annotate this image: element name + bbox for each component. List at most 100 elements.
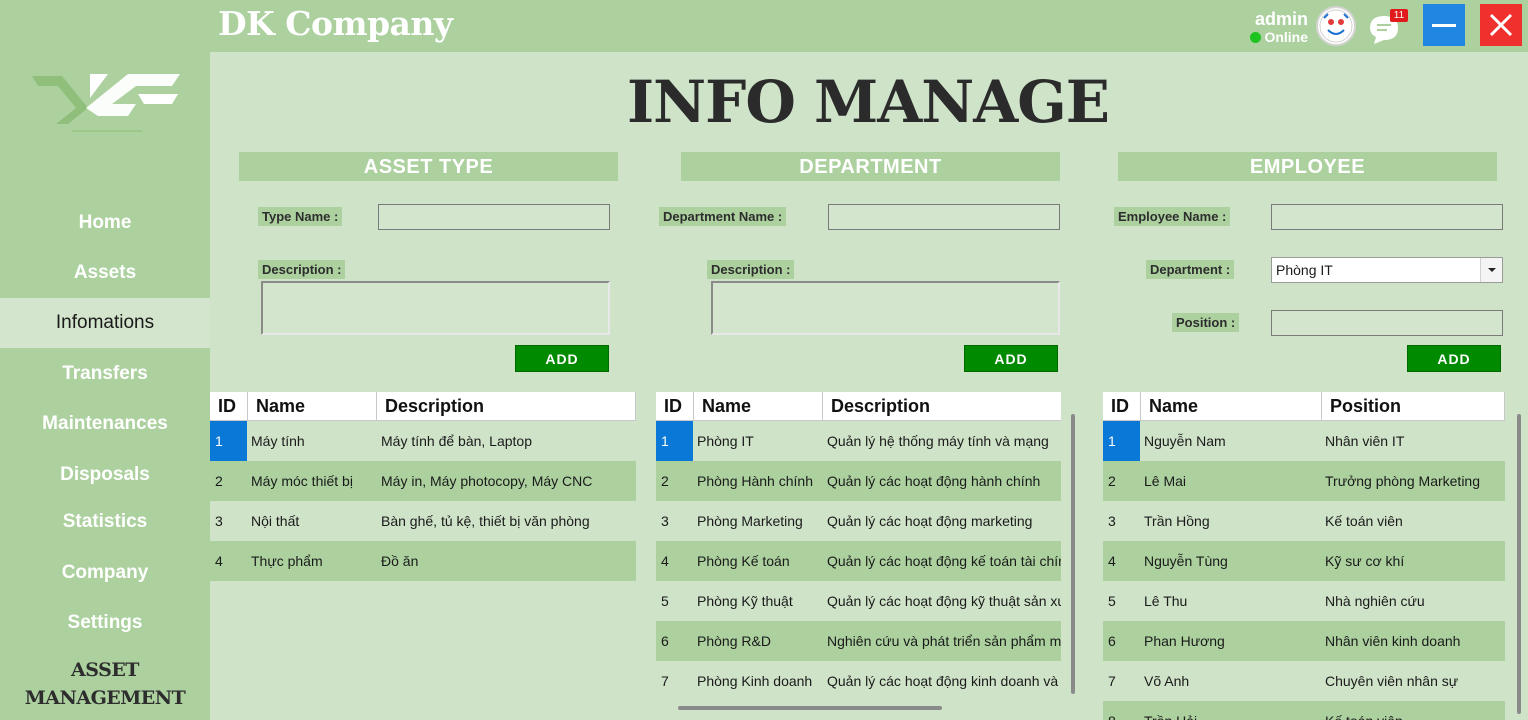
row-name: Phòng Hành chính — [697, 473, 813, 489]
asset-description-label: Description : — [258, 260, 346, 279]
table-header: ID Name Description — [210, 392, 636, 421]
brand-line-2: MANAGEMENT — [24, 687, 186, 709]
minimize-button[interactable] — [1423, 4, 1465, 46]
close-button[interactable] — [1480, 4, 1522, 46]
row-id: 3 — [661, 513, 669, 529]
table-row[interactable]: 2 Phòng Hành chính Quản lý các hoạt động… — [656, 461, 1061, 501]
table-row[interactable]: 4 Phòng Kế toán Quản lý các hoạt động kế… — [656, 541, 1061, 581]
notification-badge: 11 — [1390, 9, 1408, 22]
user-name: admin — [1254, 9, 1308, 29]
column-header-position[interactable]: Position — [1322, 392, 1505, 421]
row-name: Nguyễn Nam — [1144, 433, 1226, 449]
user-info: admin Online — [1242, 9, 1308, 45]
sidebar-item-settings[interactable]: Settings — [0, 598, 210, 648]
row-id: 6 — [1108, 633, 1116, 649]
sidebar-item-transfers[interactable]: Transfers — [0, 349, 210, 399]
table-row[interactable]: 4 Thực phẩm Đồ ăn — [210, 541, 636, 581]
table-row[interactable]: 1 Phòng IT Quản lý hệ thống máy tính và … — [656, 421, 1061, 461]
type-name-input[interactable] — [378, 204, 610, 230]
sidebar-item-company[interactable]: Company — [0, 548, 210, 598]
row-id: 3 — [1108, 513, 1116, 529]
table-row[interactable]: 4 Nguyễn Tùng Kỹ sư cơ khí — [1103, 541, 1505, 581]
row-id: 7 — [661, 673, 669, 689]
employee-department-select[interactable]: Phòng IT — [1271, 257, 1503, 283]
row-name: Võ Anh — [1144, 673, 1190, 689]
row-id: 2 — [215, 473, 223, 489]
employee-position-label: Position : — [1172, 313, 1240, 332]
close-icon — [1489, 13, 1513, 37]
row-position: Kế toán viên — [1321, 701, 1505, 720]
row-name: Nội thất — [251, 513, 300, 529]
table-row[interactable]: 1 Máy tính Máy tính để bàn, Laptop — [210, 421, 636, 461]
row-id: 1 — [656, 421, 693, 461]
row-name: Phòng Kinh doanh — [697, 673, 813, 689]
sidebar-item-infomations[interactable]: Infomations — [0, 298, 210, 348]
row-description: Máy in, Máy photocopy, Máy CNC — [381, 473, 593, 489]
sidebar-item-maintenances[interactable]: Maintenances — [0, 399, 210, 449]
table-row[interactable]: 3 Trần Hồng Kế toán viên — [1103, 501, 1505, 541]
sidebar-item-disposals[interactable]: Disposals — [0, 450, 210, 500]
row-description: Đồ ăn — [381, 553, 419, 569]
row-id: 4 — [215, 553, 223, 569]
row-id: 4 — [1108, 553, 1116, 569]
table-row[interactable]: 7 Phòng Kinh doanh Quản lý các hoạt động… — [656, 661, 1061, 700]
row-position: Kế toán viên — [1325, 513, 1403, 529]
user-status: Online — [1242, 29, 1308, 45]
row-position: Nhân viên IT — [1325, 433, 1405, 449]
row-name: Phòng Kỹ thuật — [697, 593, 793, 609]
table-row[interactable]: 7 Võ Anh Chuyên viên nhân sự — [1103, 661, 1505, 701]
company-name: DK Company — [218, 4, 453, 43]
chevron-down-icon[interactable] — [1480, 258, 1502, 282]
department-description-input[interactable] — [711, 281, 1060, 335]
sidebar-item-home[interactable]: Home — [0, 198, 210, 248]
add-employee-button[interactable]: ADD — [1407, 345, 1501, 372]
row-name: Lê Mai — [1144, 473, 1187, 489]
table-row[interactable]: 8 Trần Hải Kế toán viên — [1103, 701, 1505, 720]
employee-department-label: Department : — [1146, 260, 1235, 279]
add-department-button[interactable]: ADD — [964, 345, 1058, 372]
table-row[interactable]: 5 Phòng Kỹ thuật Quản lý các hoạt động k… — [656, 581, 1061, 621]
sidebar-item-assets[interactable]: Assets — [0, 248, 210, 298]
app-brand: ASSET MANAGEMENT — [0, 656, 210, 712]
employee-name-label: Employee Name : — [1114, 207, 1231, 226]
table-row[interactable]: 2 Lê Mai Trưởng phòng Marketing — [1103, 461, 1505, 501]
employee-position-input[interactable] — [1271, 310, 1503, 336]
column-header-name[interactable]: Name — [694, 392, 823, 421]
table-row[interactable]: 6 Phòng R&D Nghiên cứu và phát triển sản… — [656, 621, 1061, 661]
column-header-id[interactable]: ID — [1103, 392, 1141, 421]
column-header-description[interactable]: Description — [823, 392, 1061, 421]
row-id: 5 — [1108, 593, 1116, 609]
department-vertical-scrollbar[interactable] — [1071, 414, 1075, 694]
table-row[interactable]: 3 Nội thất Bàn ghế, tủ kệ, thiết bị văn … — [210, 501, 636, 541]
employee-name-input[interactable] — [1271, 204, 1503, 230]
avatar-face-icon — [1319, 9, 1353, 43]
column-header-name[interactable]: Name — [248, 392, 377, 421]
company-logo — [28, 64, 184, 138]
employee-vertical-scrollbar[interactable] — [1517, 414, 1521, 714]
row-name: Thực phẩm — [251, 553, 323, 569]
avatar[interactable] — [1316, 6, 1356, 46]
department-horizontal-scrollbar[interactable] — [678, 706, 942, 710]
table-row[interactable]: 3 Phòng Marketing Quản lý các hoạt động … — [656, 501, 1061, 541]
row-id: 2 — [1108, 473, 1116, 489]
table-row[interactable]: 2 Máy móc thiết bị Máy in, Máy photocopy… — [210, 461, 636, 501]
asset-type-header: ASSET TYPE — [239, 152, 618, 181]
column-header-id[interactable]: ID — [210, 392, 248, 421]
column-header-description[interactable]: Description — [377, 392, 636, 421]
add-asset-type-button[interactable]: ADD — [515, 345, 609, 372]
department-name-input[interactable] — [828, 204, 1060, 230]
title-bar: DK Company admin Online 11 — [0, 0, 1528, 52]
row-name: Trần Hải — [1140, 701, 1321, 720]
column-header-id[interactable]: ID — [656, 392, 694, 421]
employee-department-value: Phòng IT — [1276, 262, 1333, 278]
asset-description-input[interactable] — [261, 281, 610, 335]
row-id: 3 — [215, 513, 223, 529]
table-row[interactable]: 6 Phan Hương Nhân viên kinh doanh — [1103, 621, 1505, 661]
department-description-label: Description : — [707, 260, 795, 279]
sidebar-item-statistics[interactable]: Statistics — [0, 497, 210, 547]
department-header: DEPARTMENT — [681, 152, 1060, 181]
column-header-name[interactable]: Name — [1141, 392, 1322, 421]
table-header: ID Name Position — [1103, 392, 1505, 421]
table-row[interactable]: 1 Nguyễn Nam Nhân viên IT — [1103, 421, 1505, 461]
table-row[interactable]: 5 Lê Thu Nhà nghiên cứu — [1103, 581, 1505, 621]
